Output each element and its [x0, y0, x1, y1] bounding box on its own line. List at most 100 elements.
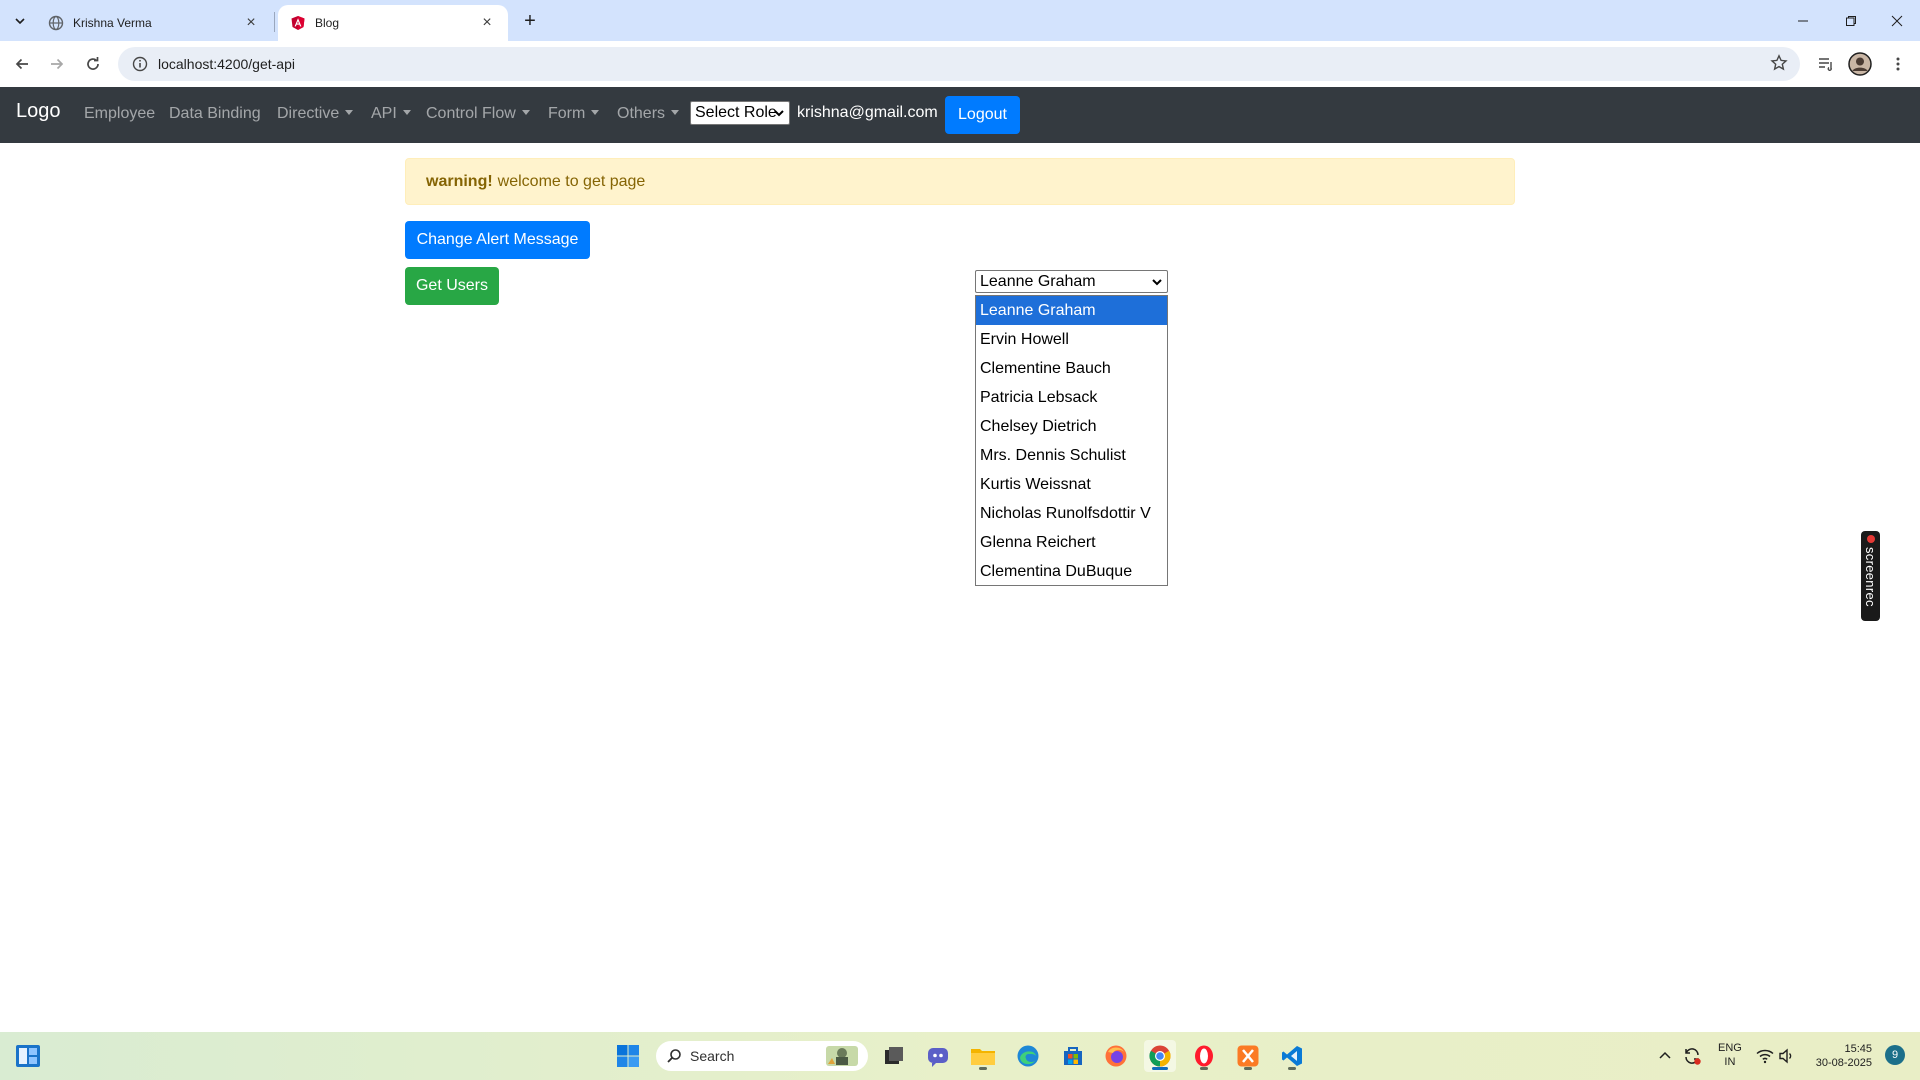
caret-down-icon: [521, 110, 530, 115]
windows-logo-icon: [617, 1045, 639, 1067]
running-indicator: [979, 1067, 987, 1070]
tab-divider: [274, 12, 275, 32]
nav-dropdown-others[interactable]: Others: [617, 105, 680, 123]
file-explorer-button[interactable]: [967, 1040, 999, 1072]
nav-link-employee[interactable]: Employee: [84, 105, 155, 123]
chrome-button[interactable]: [1144, 1040, 1176, 1072]
arrow-right-icon: [51, 58, 64, 70]
forward-button[interactable]: [43, 50, 71, 78]
volume-button[interactable]: [1775, 1040, 1799, 1072]
microsoft-store-button[interactable]: [1057, 1040, 1089, 1072]
dropdown-option[interactable]: Leanne Graham: [976, 296, 1167, 325]
store-icon: [1064, 1047, 1082, 1065]
dropdown-option[interactable]: Patricia Lebsack: [976, 383, 1167, 412]
caret-down-icon: [402, 110, 411, 115]
running-indicator: [1288, 1067, 1296, 1070]
opera-icon: [1195, 1045, 1213, 1067]
firefox-icon: [1105, 1045, 1127, 1067]
profile-avatar[interactable]: [1846, 50, 1874, 78]
avatar-icon: [1848, 52, 1872, 76]
task-view-icon: [885, 1047, 903, 1064]
media-control-button[interactable]: [1812, 50, 1840, 78]
region-code: IN: [1724, 1056, 1736, 1068]
opera-button[interactable]: [1188, 1040, 1220, 1072]
warning-alert: warning! welcome to get page: [405, 158, 1515, 205]
system-clock[interactable]: 15:45 30-08-2025: [1812, 1042, 1872, 1070]
search-highlight-illustration: [826, 1046, 858, 1066]
widgets-button[interactable]: [12, 1040, 44, 1072]
nav-dropdown-control-flow[interactable]: Control Flow: [426, 105, 530, 123]
bookmark-star-icon[interactable]: [1770, 54, 1788, 77]
record-dot-icon: [1866, 535, 1875, 543]
windows-taskbar: Search ENG IN 15:45 30-08-2025 9: [0, 1032, 1920, 1080]
back-button[interactable]: [8, 50, 36, 78]
running-indicator: [1200, 1067, 1208, 1070]
tab-blog[interactable]: Blog ×: [278, 5, 508, 41]
globe-icon: [48, 15, 64, 31]
nav-dropdown-api[interactable]: API: [371, 105, 411, 123]
caret-down-icon: [345, 110, 354, 115]
minimize-button[interactable]: [1780, 0, 1826, 41]
dropdown-option[interactable]: Chelsey Dietrich: [976, 412, 1167, 441]
screen-recorder-badge[interactable]: screenrec: [1861, 531, 1880, 621]
reload-icon: [87, 57, 99, 70]
close-icon[interactable]: ×: [478, 14, 496, 32]
role-select[interactable]: Select Role: [690, 101, 790, 125]
input-language-indicator[interactable]: ENG IN: [1718, 1041, 1742, 1069]
reload-button[interactable]: [79, 50, 107, 78]
close-window-button[interactable]: [1874, 0, 1920, 41]
sync-status-button[interactable]: [1679, 1040, 1705, 1072]
tab-search-button[interactable]: [7, 8, 33, 34]
dropdown-option[interactable]: Clementina DuBuque: [976, 557, 1167, 586]
dropdown-option[interactable]: Ervin Howell: [976, 325, 1167, 354]
browser-menu-button[interactable]: [1884, 50, 1912, 78]
site-info-icon[interactable]: [130, 54, 150, 74]
firefox-button[interactable]: [1100, 1040, 1132, 1072]
user-select[interactable]: Leanne Graham: [975, 270, 1168, 293]
notification-badge[interactable]: 9: [1885, 1045, 1905, 1065]
widgets-icon: [16, 1045, 40, 1067]
task-view-button[interactable]: [878, 1040, 910, 1072]
caret-down-icon: [591, 110, 600, 115]
teams-chat-button[interactable]: [922, 1040, 954, 1072]
tab-krishna-verma[interactable]: Krishna Verma ×: [36, 5, 272, 41]
xampp-button[interactable]: [1232, 1040, 1264, 1072]
restore-button[interactable]: [1828, 0, 1874, 41]
change-alert-message-button[interactable]: Change Alert Message: [405, 221, 590, 259]
dropdown-option[interactable]: Glenna Reichert: [976, 528, 1167, 557]
recorder-label: screenrec: [1863, 547, 1878, 607]
dropdown-option[interactable]: Mrs. Dennis Schulist: [976, 441, 1167, 470]
language-code: ENG: [1718, 1042, 1742, 1054]
vscode-icon: [1282, 1046, 1302, 1066]
arrow-left-icon: [15, 58, 28, 70]
user-select-dropdown: Leanne Graham Ervin Howell Clementine Ba…: [975, 295, 1168, 586]
show-hidden-icons-button[interactable]: [1653, 1040, 1677, 1072]
dropdown-option[interactable]: Kurtis Weissnat: [976, 470, 1167, 499]
wifi-icon: [1756, 1049, 1774, 1064]
user-email: krishna@gmail.com: [797, 104, 938, 121]
alert-message: welcome to get page: [497, 172, 646, 190]
tab-title: Krishna Verma: [73, 16, 152, 30]
edge-icon: [1017, 1045, 1039, 1067]
dropdown-option[interactable]: Clementine Bauch: [976, 354, 1167, 383]
address-bar[interactable]: localhost:4200/get-api: [118, 47, 1800, 81]
brand-logo[interactable]: Logo: [16, 100, 61, 123]
get-users-button[interactable]: Get Users: [405, 267, 499, 305]
tab-title: Blog: [315, 16, 340, 30]
vscode-button[interactable]: [1276, 1040, 1308, 1072]
edge-button[interactable]: [1012, 1040, 1044, 1072]
taskbar-search[interactable]: Search: [656, 1041, 868, 1071]
new-tab-button[interactable]: +: [518, 9, 542, 33]
nav-dropdown-form[interactable]: Form: [548, 105, 600, 123]
logout-button[interactable]: Logout: [945, 96, 1020, 134]
close-icon[interactable]: ×: [242, 14, 260, 32]
nav-link-data-binding[interactable]: Data Binding: [169, 105, 261, 123]
angular-logo-icon: [290, 15, 306, 31]
start-button[interactable]: [612, 1040, 644, 1072]
chevron-down-icon: [774, 110, 784, 117]
dropdown-option[interactable]: Nicholas Runolfsdottir V: [976, 499, 1167, 528]
nav-dropdown-directive[interactable]: Directive: [277, 105, 354, 123]
media-playlist-icon: [1819, 58, 1832, 71]
chat-icon: [928, 1048, 948, 1067]
browser-tabstrip: Krishna Verma × Blog × +: [0, 0, 1920, 41]
